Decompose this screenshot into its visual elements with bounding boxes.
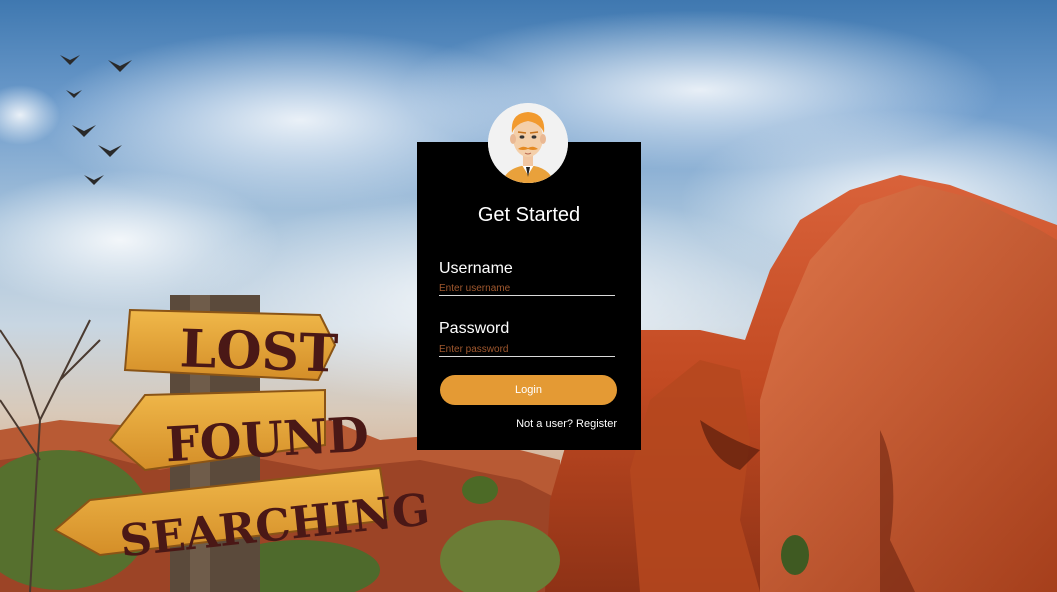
sign-found-text: FOUND <box>164 407 370 474</box>
username-label: Username <box>439 260 513 277</box>
card-title: Get Started <box>477 204 581 226</box>
register-link[interactable]: Not a user? Register <box>516 418 617 430</box>
password-input[interactable] <box>439 342 615 357</box>
login-screen: LOST FOUND SEARCHING Get Started Usernam… <box>0 0 1057 592</box>
user-avatar <box>488 103 568 183</box>
login-button[interactable]: Login <box>440 375 617 405</box>
username-input[interactable] <box>439 281 615 296</box>
user-avatar-icon <box>488 103 568 183</box>
login-card: Get Started Username Password Login Not … <box>417 142 641 450</box>
password-label: Password <box>439 320 510 337</box>
sign-lost-text: LOST <box>179 318 339 384</box>
